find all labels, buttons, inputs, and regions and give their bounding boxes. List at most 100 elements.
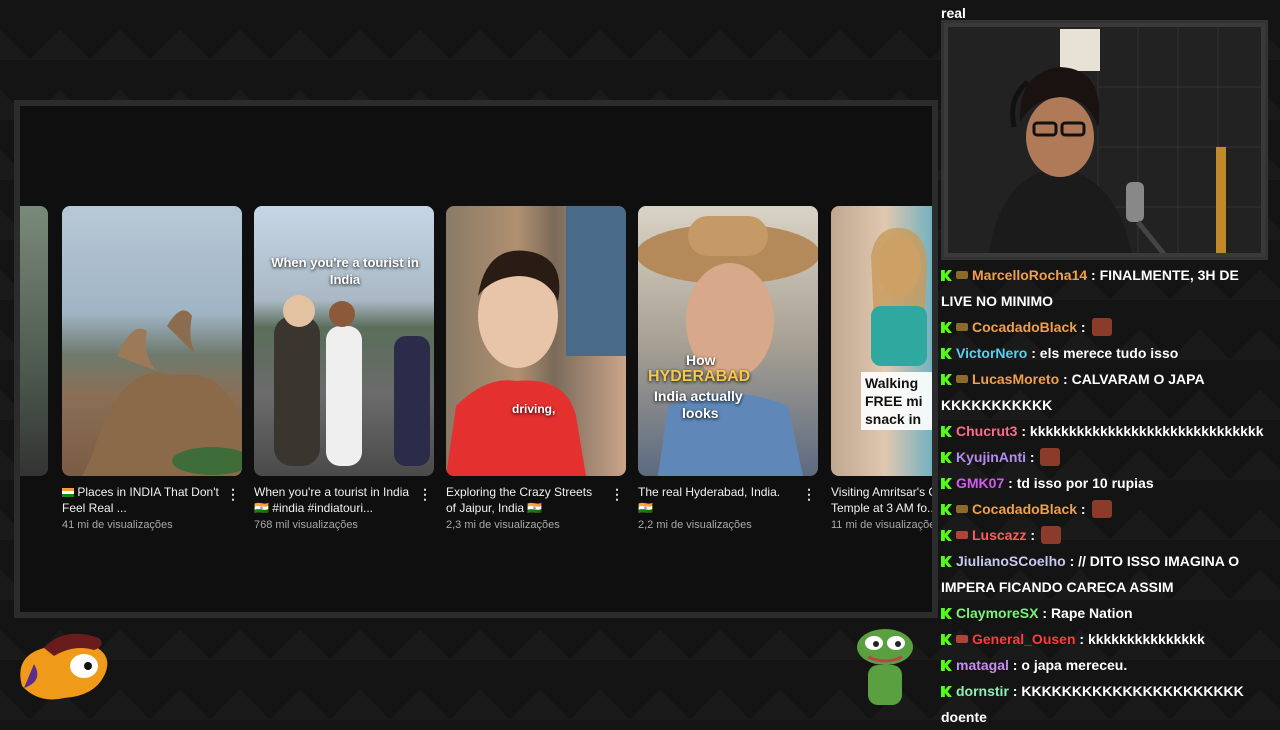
short-card[interactable]: When you're a tourist in India When you'… — [254, 206, 434, 531]
chat-separator: : — [1017, 423, 1030, 439]
short-card[interactable]: Places in INDIA That Don't Feel Real ...… — [62, 206, 242, 531]
short-title[interactable]: Visiting Amritsar's Golden Temple at 3 A… — [831, 484, 932, 516]
chat-username[interactable]: General_Ousen — [972, 631, 1076, 647]
more-options-icon[interactable]: ⋮ — [802, 484, 816, 504]
short-thumbnail[interactable]: driving, — [446, 206, 626, 476]
chat-separator: : — [1077, 501, 1090, 517]
kick-badge-icon — [941, 660, 952, 671]
subscriber-badge-icon — [956, 271, 968, 279]
chat-username[interactable]: ClaymoreSX — [956, 605, 1038, 621]
chat-username[interactable]: KyujinAnti — [956, 449, 1026, 465]
shorts-row: Places in INDIA That Don't Feel Real ...… — [20, 206, 932, 546]
subscriber-badge-icon — [956, 531, 968, 539]
subscriber-badge-icon — [956, 323, 968, 331]
chat-message: matagal : o japa mereceu. — [941, 652, 1273, 678]
chat-message: VictorNero : els merece tudo isso — [941, 340, 1273, 366]
chat-separator: : — [1075, 631, 1088, 647]
chat-username[interactable]: Luscazz — [972, 527, 1026, 543]
kick-badge-icon — [941, 426, 952, 437]
webcam-feed — [948, 27, 1261, 253]
kick-badge-icon — [941, 686, 952, 697]
chat-username[interactable]: dornstir — [956, 683, 1009, 699]
chat-message: KyujinAnti : — [941, 444, 1273, 470]
short-meta: Places in INDIA That Don't Feel Real ...… — [62, 484, 242, 531]
short-meta: The real Hyderabad, India. 🇮🇳 2,2 mi de … — [638, 484, 818, 531]
kick-badge-icon — [941, 322, 952, 333]
more-options-icon[interactable]: ⋮ — [610, 484, 624, 504]
chat-separator: : — [1008, 683, 1022, 699]
chat-separator: : — [1026, 527, 1039, 543]
subscriber-badge-icon — [956, 505, 968, 513]
youtube-shorts-panel: Places in INDIA That Don't Feel Real ...… — [14, 100, 938, 618]
short-card[interactable]: How HYDERABAD India actually looks The r… — [638, 206, 818, 531]
short-title[interactable]: Exploring the Crazy Streets of Jaipur, I… — [446, 484, 604, 516]
short-title[interactable]: When you're a tourist in India 🇮🇳 #india… — [254, 484, 412, 516]
short-card-partial[interactable] — [20, 206, 48, 476]
chat-username[interactable]: JiulianoSCoelho — [956, 553, 1066, 569]
chat-separator: : — [1008, 657, 1022, 673]
thumb-caption: looks — [682, 405, 719, 421]
chat-message: Chucrut3 : kkkkkkkkkkkkkkkkkkkkkkkkkkkkk… — [941, 418, 1273, 444]
chat-text: kkkkkkkkkkkkkkk — [1087, 631, 1205, 647]
chat-separator: : — [1087, 267, 1100, 283]
chat-username[interactable]: VictorNero — [956, 345, 1027, 361]
webcam-frame — [941, 20, 1268, 260]
chat-message: ClaymoreSX : Rape Nation — [941, 600, 1273, 626]
chat-separator: : — [1004, 475, 1017, 491]
chat-username[interactable]: GMK07 — [956, 475, 1004, 491]
short-thumbnail[interactable]: Walking FREE mi snack in — [831, 206, 932, 476]
short-card[interactable]: Walking FREE mi snack in Visiting Amrits… — [831, 206, 938, 531]
more-options-icon[interactable]: ⋮ — [418, 484, 432, 504]
chat-separator: : — [1027, 345, 1040, 361]
thumb-caption: India actually — [654, 388, 743, 404]
short-title[interactable]: Places in INDIA That Don't Feel Real ... — [62, 484, 220, 516]
thumb-caption: driving, — [512, 402, 556, 416]
chat-text: els merece tudo isso — [1039, 345, 1179, 361]
short-thumbnail[interactable]: When you're a tourist in India — [254, 206, 434, 476]
chat-message: Luscazz : — [941, 522, 1273, 548]
short-thumbnail[interactable] — [62, 206, 242, 476]
short-card[interactable]: driving, Exploring the Crazy Streets of … — [446, 206, 626, 531]
short-meta: Visiting Amritsar's Golden Temple at 3 A… — [831, 484, 938, 531]
chat-emote-icon — [1040, 448, 1061, 466]
hyderabad-man-image — [638, 216, 818, 476]
india-flag-icon — [62, 488, 74, 497]
kick-badge-icon — [941, 608, 952, 619]
cartoon-mascot-left — [20, 633, 108, 700]
chat-username[interactable]: matagal — [956, 657, 1009, 673]
kick-badge-icon — [941, 452, 952, 463]
amritsar-woman-image — [871, 227, 927, 366]
chat-separator: : — [1038, 605, 1051, 621]
chat-text: kkkkkkkkkkkkkkkkkkkkkkkkkkkkkk — [1029, 423, 1264, 439]
chat-text: o japa mereceu. — [1021, 657, 1128, 673]
chat-emote-icon — [1091, 318, 1112, 336]
streamer-webcam-image — [948, 27, 1261, 253]
kick-badge-icon — [941, 634, 952, 645]
chat-message: CocadadoBlack : — [941, 496, 1273, 522]
pepe-frog-emote — [857, 629, 913, 705]
short-views: 11 mi de visualizações — [831, 519, 938, 531]
chat-text: Rape Nation — [1050, 605, 1133, 621]
short-thumbnail[interactable]: How HYDERABAD India actually looks — [638, 206, 818, 476]
short-meta: When you're a tourist in India 🇮🇳 #india… — [254, 484, 434, 531]
short-thumbnail[interactable] — [20, 206, 48, 476]
chat-message: MarcelloRocha14 : FINALMENTE, 3H DE LIVE… — [941, 262, 1273, 314]
short-views: 768 mil visualizações — [254, 519, 358, 531]
more-options-icon[interactable]: ⋮ — [226, 484, 240, 504]
chat-username[interactable]: LucasMoreto — [972, 371, 1059, 387]
chat-messages: MarcelloRocha14 : FINALMENTE, 3H DE LIVE… — [941, 262, 1273, 730]
short-title[interactable]: The real Hyderabad, India. 🇮🇳 — [638, 484, 796, 516]
short-meta: Exploring the Crazy Streets of Jaipur, I… — [446, 484, 626, 531]
chat-text: td isso por 10 rupias — [1016, 475, 1154, 491]
kick-badge-icon — [941, 504, 952, 515]
chat-username[interactable]: Chucrut3 — [956, 423, 1017, 439]
subscriber-badge-icon — [956, 375, 968, 383]
chat-emote-icon — [1091, 500, 1112, 518]
short-views: 41 mi de visualizações — [62, 519, 173, 531]
short-views: 2,3 mi de visualizações — [446, 519, 560, 531]
chat-separator: : — [1059, 371, 1072, 387]
kick-badge-icon — [941, 348, 952, 359]
chat-username[interactable]: CocadadoBlack — [972, 501, 1077, 517]
chat-username[interactable]: CocadadoBlack — [972, 319, 1077, 335]
chat-username[interactable]: MarcelloRocha14 — [972, 267, 1087, 283]
